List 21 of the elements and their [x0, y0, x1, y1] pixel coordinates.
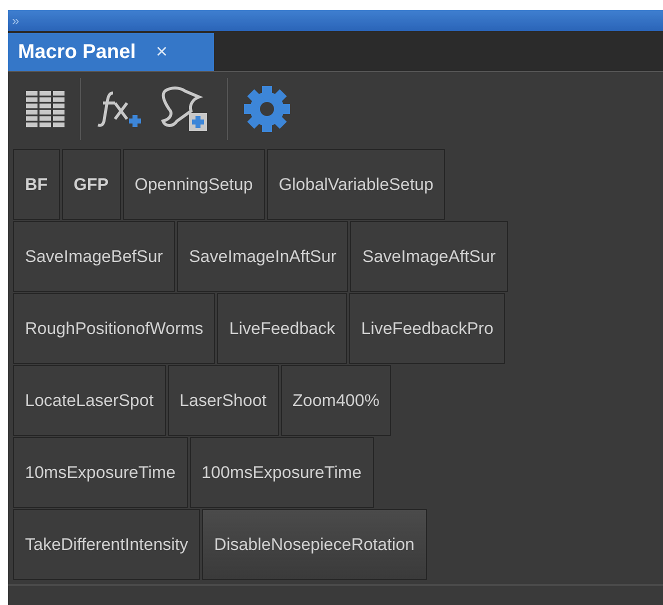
macro-button[interactable]: 10msExposureTime [13, 437, 188, 508]
macro-panel-tab[interactable]: Macro Panel × [8, 33, 214, 71]
macro-button[interactable]: BF [13, 149, 60, 220]
macro-button[interactable]: Zoom400% [280, 365, 392, 436]
macro-button[interactable]: LiveFeedbackPro [349, 293, 506, 364]
macro-button[interactable]: SaveImageAftSur [350, 221, 508, 292]
macro-button[interactable]: LiveFeedback [217, 293, 348, 364]
macro-button[interactable]: SaveImageBefSur [13, 221, 175, 292]
macro-button[interactable]: 100msExposureTime [190, 437, 374, 508]
macro-button[interactable]: SaveImageInAftSur [176, 221, 348, 292]
macro-button[interactable]: GlobalVariableSetup [266, 149, 446, 220]
macro-button[interactable]: DisableNosepieceRotation [202, 509, 427, 580]
close-button[interactable]: × [156, 40, 168, 64]
macro-button[interactable]: LaserShoot [168, 365, 278, 436]
macro-button[interactable]: TakeDifferentIntensity [13, 509, 200, 580]
macro-button[interactable]: OpenningSetup [122, 149, 265, 220]
tab-label: Macro Panel [18, 40, 136, 64]
macro-button[interactable]: GFP [62, 149, 121, 220]
settings-icon[interactable] [242, 84, 292, 134]
macro-button[interactable]: RoughPositionofWorms [13, 293, 216, 364]
macro-button[interactable]: LocateLaserSpot [13, 365, 166, 436]
